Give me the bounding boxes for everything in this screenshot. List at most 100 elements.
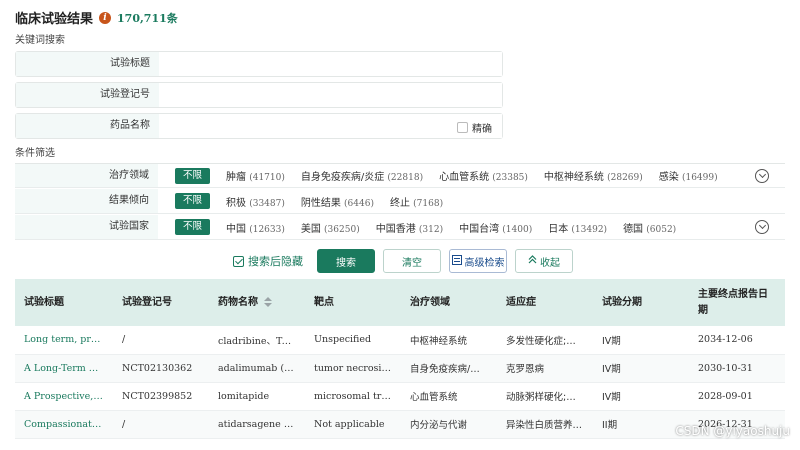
filter-option[interactable]: 中国香港 (312) bbox=[376, 220, 443, 235]
page-title: 临床试验结果 bbox=[15, 12, 94, 27]
advanced-search-icon bbox=[451, 254, 462, 268]
column-header-sortable[interactable]: 药物名称 bbox=[209, 279, 305, 326]
expand-chevron-icon[interactable] bbox=[755, 220, 769, 234]
table-cell: 异染性白质营养… bbox=[497, 410, 593, 439]
filter-row-therapy-area: 治疗领域 不限 肿瘤 (41710) 自身免疫疾病/炎症 (22818) 心血管… bbox=[15, 163, 785, 188]
exact-match-label: 精确 bbox=[472, 124, 492, 135]
drug-name-field: 药品名称 精确 bbox=[15, 113, 503, 139]
filter-option[interactable]: 中国 (12633) bbox=[226, 220, 285, 235]
filter-option[interactable]: 中国台湾 (1400) bbox=[459, 220, 532, 235]
table-cell: IV期 bbox=[593, 382, 689, 411]
filter-option[interactable]: 终止 (7168) bbox=[390, 194, 443, 209]
trial-title-link[interactable]: A Long-Term No… bbox=[15, 354, 113, 383]
filter-row-result-tendency: 结果倾向 不限 积极 (33487) 阴性结果 (6446) 终止 (7168) bbox=[15, 189, 785, 214]
table-cell: cladribine、Teva bbox=[209, 326, 305, 355]
trial-title-link[interactable]: Compassionate us… bbox=[15, 410, 113, 439]
table-cell: 自身免疫疾病/… bbox=[401, 354, 497, 383]
filter-option[interactable]: 心血管系统 (23385) bbox=[439, 168, 528, 183]
table-cell: NCT02130362 bbox=[113, 354, 209, 383]
table-row[interactable]: A Prospective, Ob… NCT02399852 lomitapid… bbox=[15, 382, 785, 411]
filter-option[interactable]: 肿瘤 (41710) bbox=[226, 168, 285, 183]
filter-label: 治疗领域 bbox=[15, 164, 158, 187]
watermark: CSDN @yiyaoshuju bbox=[675, 424, 790, 438]
filter-section-title: 条件筛选 bbox=[15, 148, 55, 159]
advanced-search-button[interactable]: 高级检索 bbox=[449, 249, 507, 273]
table-cell: 内分泌与代谢 bbox=[401, 410, 497, 439]
filter-option[interactable]: 美国 (36250) bbox=[301, 220, 360, 235]
table-cell: Unspecified bbox=[305, 326, 401, 355]
drug-name-label: 药品名称 bbox=[16, 114, 159, 138]
table-cell: 心血管系统 bbox=[401, 382, 497, 411]
column-header[interactable]: 靶点 bbox=[305, 279, 401, 326]
sort-arrows-icon[interactable] bbox=[264, 296, 272, 307]
filter-unlimited-tag[interactable]: 不限 bbox=[175, 193, 211, 209]
table-row[interactable]: Compassionate us… / atidarsagene auto… N… bbox=[15, 410, 785, 439]
trial-title-label: 试验标题 bbox=[16, 52, 159, 76]
drug-name-input[interactable] bbox=[159, 114, 502, 138]
table-cell: lomitapide bbox=[209, 382, 305, 411]
exact-match-checkbox[interactable] bbox=[457, 122, 468, 133]
table-cell: 中枢神经系统 bbox=[401, 326, 497, 355]
table-cell: 2028-09-01 bbox=[689, 382, 785, 411]
table-cell: IV期 bbox=[593, 354, 689, 383]
table-row[interactable]: A Long-Term No… NCT02130362 adalimumab (… bbox=[15, 354, 785, 383]
table-cell: / bbox=[113, 410, 209, 439]
registration-number-input[interactable] bbox=[159, 83, 502, 107]
results-table: 试验标题 试验登记号 药物名称 靶点 治疗领域 适应症 试验分期 主要终点报告日… bbox=[15, 279, 785, 439]
table-cell: 克罗恩病 bbox=[497, 354, 593, 383]
hide-after-search-label: 搜索后隐藏 bbox=[248, 255, 303, 268]
column-header[interactable]: 试验分期 bbox=[593, 279, 689, 326]
collapse-button[interactable]: 收起 bbox=[515, 249, 573, 273]
column-header[interactable]: 适应症 bbox=[497, 279, 593, 326]
column-header[interactable]: 试验登记号 bbox=[113, 279, 209, 326]
trial-title-link[interactable]: Long term, prosp… bbox=[15, 326, 113, 355]
table-row[interactable]: Long term, prosp… / cladribine、Teva Unsp… bbox=[15, 326, 785, 355]
table-cell: 动脉粥样硬化;… bbox=[497, 382, 593, 411]
table-cell: NCT02399852 bbox=[113, 382, 209, 411]
filter-unlimited-tag[interactable]: 不限 bbox=[175, 219, 211, 235]
filter-unlimited-tag[interactable]: 不限 bbox=[175, 167, 211, 184]
exact-match-option[interactable]: 精确 bbox=[457, 120, 492, 135]
filter-option[interactable]: 日本 (13492) bbox=[548, 220, 607, 235]
search-button[interactable]: 搜索 bbox=[317, 249, 375, 273]
expand-chevron-icon[interactable] bbox=[755, 169, 769, 183]
filter-option[interactable]: 积极 (33487) bbox=[226, 194, 285, 209]
registration-number-field: 试验登记号 bbox=[15, 82, 503, 108]
table-cell: microsomal trigl… bbox=[305, 382, 401, 411]
result-count: 170,711条 bbox=[117, 11, 178, 25]
filter-option[interactable]: 感染 (16499) bbox=[659, 168, 718, 183]
checkbox-checked-icon[interactable] bbox=[233, 255, 244, 267]
trial-title-link[interactable]: A Prospective, Ob… bbox=[15, 382, 113, 411]
info-icon[interactable]: i bbox=[99, 11, 112, 24]
collapse-label: 收起 bbox=[540, 257, 560, 269]
filter-option[interactable]: 阴性结果 (6446) bbox=[301, 194, 374, 209]
table-cell: Not applicable bbox=[305, 410, 401, 439]
registration-number-label: 试验登记号 bbox=[16, 83, 159, 107]
trial-title-input[interactable] bbox=[159, 52, 502, 76]
table-cell: adalimumab (SC) bbox=[209, 354, 305, 383]
search-actions: 搜索后隐藏 搜索 清空 高级检索 收起 bbox=[233, 249, 573, 273]
column-header[interactable]: 主要终点报告日期 bbox=[689, 279, 785, 326]
table-header-row: 试验标题 试验登记号 药物名称 靶点 治疗领域 适应症 试验分期 主要终点报告日… bbox=[15, 279, 785, 326]
trial-title-field: 试验标题 bbox=[15, 51, 503, 77]
page-header: 临床试验结果 i 170,711条 bbox=[15, 8, 178, 27]
table-cell: 2034-12-06 bbox=[689, 326, 785, 355]
filter-row-country: 试验国家 不限 中国 (12633) 美国 (36250) 中国香港 (312)… bbox=[15, 215, 785, 240]
column-header[interactable]: 治疗领域 bbox=[401, 279, 497, 326]
double-chevron-up-icon bbox=[528, 255, 537, 267]
table-cell: atidarsagene auto… bbox=[209, 410, 305, 439]
table-cell: IV期 bbox=[593, 326, 689, 355]
hide-after-search-toggle[interactable]: 搜索后隐藏 bbox=[233, 253, 303, 269]
keyword-section-title: 关键词搜索 bbox=[15, 35, 65, 46]
advanced-search-label: 高级检索 bbox=[464, 257, 505, 269]
table-cell: 2030-10-31 bbox=[689, 354, 785, 383]
column-header[interactable]: 试验标题 bbox=[15, 279, 113, 326]
filter-option[interactable]: 德国 (6052) bbox=[623, 220, 676, 235]
table-cell: tumor necrosis fa… bbox=[305, 354, 401, 383]
filter-option[interactable]: 中枢神经系统 (28269) bbox=[544, 168, 643, 183]
filter-label: 结果倾向 bbox=[15, 189, 158, 213]
filter-label: 试验国家 bbox=[15, 215, 158, 239]
filter-option[interactable]: 自身免疫疾病/炎症 (22818) bbox=[301, 168, 423, 183]
table-cell: / bbox=[113, 326, 209, 355]
clear-button[interactable]: 清空 bbox=[383, 249, 441, 273]
